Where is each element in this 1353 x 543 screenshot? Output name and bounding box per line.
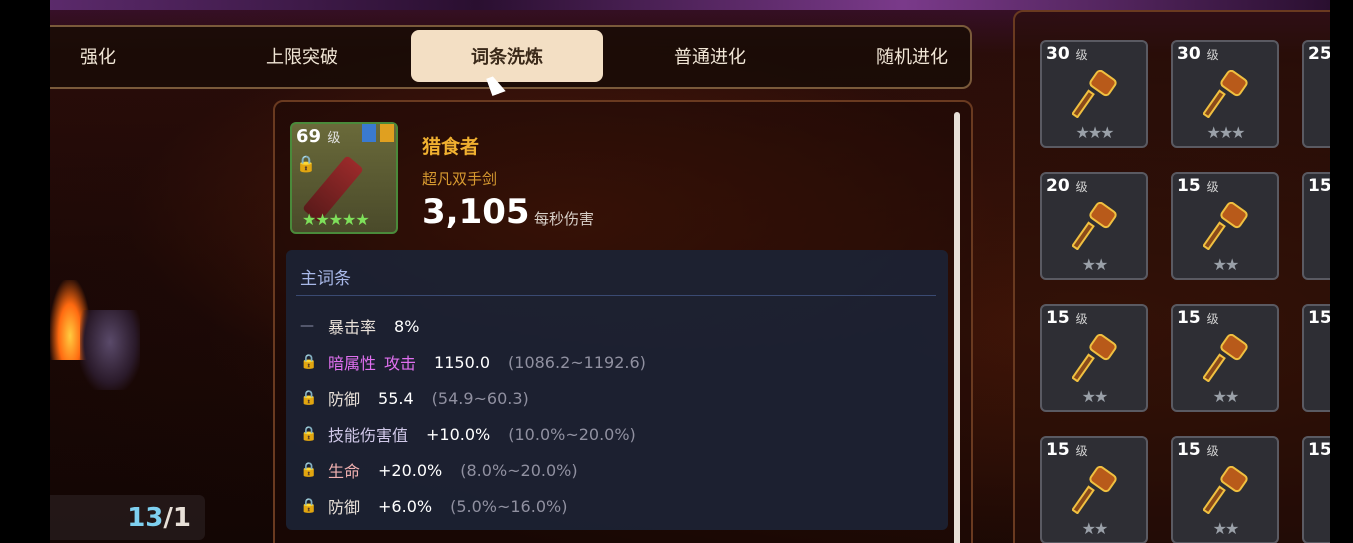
material-stars: ★★★ [1075,123,1114,142]
material-item[interactable]: 15 级 ★★ [1171,436,1279,543]
material-stars: ★★ [1212,519,1240,538]
lock-icon[interactable]: 🔒 [300,462,328,478]
material-level: 20 级 [1046,176,1088,196]
material-item[interactable]: 15 [1302,172,1330,280]
hammer-icon [1072,466,1117,514]
material-stars: ★★ [1081,387,1109,406]
tab-label: 强化 [80,47,116,68]
material-stars: ★★★ [1206,123,1245,142]
tab-normal-evolve[interactable]: 普通进化 [614,30,806,82]
material-level: 15 级 [1046,440,1088,460]
material-stars: ★★ [1081,519,1109,538]
tab-enhance[interactable]: 强化 [50,30,194,82]
bookmark-icon [362,124,376,142]
tab-limit-break[interactable]: 上限突破 [206,30,398,82]
material-level: 15 级 [1177,308,1219,328]
material-item[interactable]: 15 级 ★★ [1171,172,1279,280]
lock-icon[interactable]: 🔒 [300,390,328,406]
counter-value: 13 [127,503,164,533]
tab-label: 词条洗炼 [471,47,543,68]
counter-total: /1 [163,503,191,533]
hammer-icon [1203,70,1248,118]
affix-heading: 主词条 [300,269,351,289]
material-level: 15 [1308,176,1330,196]
hammer-icon [1203,202,1248,250]
material-level: 15 级 [1177,176,1219,196]
material-item[interactable]: 20 级 ★★ [1040,172,1148,280]
hammer-icon [1203,466,1248,514]
material-item[interactable]: 15 [1302,436,1330,543]
material-item[interactable]: 30 级 ★★★ [1171,40,1279,148]
affix-row[interactable]: 🔒 防御 +6.0% (5.0%~16.0%) [300,494,567,518]
lock-icon[interactable]: 🔒 [296,154,316,173]
tab-bar: 强化 上限突破 词条洗炼 普通进化 随机进化 [50,25,972,89]
tab-label: 普通进化 [674,47,746,68]
item-icon[interactable]: 69 级 🔒 ★★★★★ [290,122,398,234]
tab-affix-reroll[interactable]: 词条洗炼 [411,30,603,82]
material-item[interactable]: 25 [1302,40,1330,148]
favorite-icon [380,124,394,142]
top-banner [50,0,1330,10]
affix-row[interactable]: 🔒 生命 +20.0% (8.0%~20.0%) [300,458,578,482]
item-dps: 3,105 [422,192,530,232]
hammer-icon [1072,70,1117,118]
tab-label: 上限突破 [266,47,338,68]
item-stars: ★★★★★ [302,210,370,229]
affix-row: — 暴击率 8% [300,316,420,338]
game-screen: 强化 上限突破 词条洗炼 普通进化 随机进化 13/1 69 级 🔒 ★★★★★… [50,0,1330,543]
lock-icon[interactable]: 🔒 [300,354,328,370]
material-stars: ★★ [1081,255,1109,274]
material-item[interactable]: 15 [1302,304,1330,412]
affix-box: 主词条 — 暴击率 8% 🔒 暗属性 攻击 1150.0 (1086.2~119… [286,250,948,530]
tab-label: 随机进化 [876,47,948,68]
material-level: 15 [1308,440,1330,460]
character-body [80,310,140,390]
affix-row[interactable]: 🔒 暗属性 攻击 1150.0 (1086.2~1192.6) [300,350,646,374]
material-stars: ★★ [1212,387,1240,406]
material-level: 15 [1308,308,1330,328]
divider [296,295,936,296]
item-level: 69 级 [296,126,341,147]
tab-random-evolve[interactable]: 随机进化 [816,30,1008,82]
material-item[interactable]: 15 级 ★★ [1171,304,1279,412]
hammer-icon [1072,334,1117,382]
material-item[interactable]: 15 级 ★★ [1040,436,1148,543]
material-stars: ★★ [1212,255,1240,274]
affix-row[interactable]: 🔒 技能伤害值 +10.0% (10.0%~20.0%) [300,422,636,446]
item-type: 超凡双手剑 [422,170,498,188]
dps-label: 每秒伤害 [534,210,595,228]
item-name: 猎食者 [422,136,480,158]
lock-icon[interactable]: 🔒 [300,426,328,442]
hammer-icon [1203,334,1248,382]
scrollbar[interactable] [954,112,960,543]
material-level: 15 级 [1177,440,1219,460]
material-level: 30 级 [1046,44,1088,64]
material-level: 30 级 [1177,44,1219,64]
affix-row[interactable]: 🔒 防御 55.4 (54.9~60.3) [300,386,529,410]
material-level: 15 级 [1046,308,1088,328]
hammer-icon [1072,202,1117,250]
material-item[interactable]: 15 级 ★★ [1040,304,1148,412]
dash-icon: — [300,318,314,334]
lock-icon[interactable]: 🔒 [300,498,328,514]
material-item[interactable]: 30 级 ★★★ [1040,40,1148,148]
character-sprite [50,280,160,410]
page-counter: 13/1 [50,495,205,540]
material-level: 25 [1308,44,1330,64]
